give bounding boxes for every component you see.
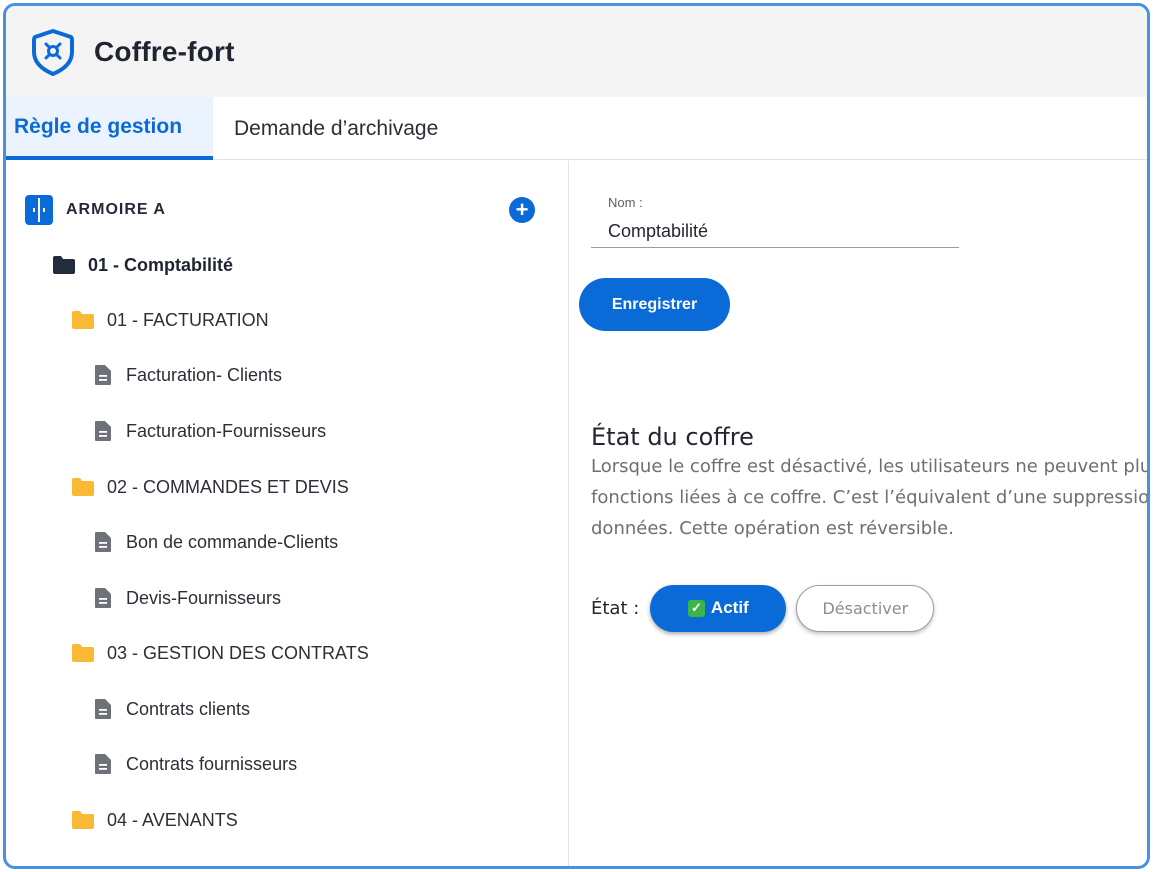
document-label: Devis-Fournisseurs	[126, 587, 282, 608]
shield-logo-icon	[28, 27, 78, 77]
state-row: État : ✓ Actif Désactiver	[591, 583, 935, 633]
document-icon	[94, 753, 112, 775]
app-header: Coffre-fort	[6, 6, 1147, 97]
active-button[interactable]: ✓ Actif	[650, 584, 787, 632]
document-label: Facturation- Clients	[126, 364, 283, 385]
tab-regle-de-gestion[interactable]: Règle de gestion	[6, 97, 213, 160]
active-button-label: Actif	[710, 598, 749, 617]
document-label: Facturation-Fournisseurs	[126, 420, 327, 441]
app-title: Coffre-fort	[94, 35, 235, 67]
folder-icon	[71, 477, 95, 497]
document-icon	[94, 531, 112, 553]
cabinet-icon	[25, 195, 53, 225]
description-line: Lorsque le coffre est désactivé, les uti…	[591, 456, 1150, 477]
tree-folder[interactable]: 01 - FACTURATION	[71, 305, 269, 335]
tab-bar: Règle de gestion Demande d’archivage	[6, 97, 1147, 160]
document-icon	[94, 364, 112, 386]
folder-icon	[71, 643, 95, 663]
description-line: données. Cette opération est réversible.	[591, 518, 954, 539]
tree-document[interactable]: Devis-Fournisseurs	[94, 583, 281, 613]
tree-folder[interactable]: 02 - COMMANDES ET DEVIS	[71, 472, 349, 502]
tree-folder[interactable]: 03 - GESTION DES CONTRATS	[71, 638, 369, 668]
state-label: État :	[591, 597, 640, 619]
description-line: fonctions liées à ce coffre. C’est l’équ…	[591, 487, 1150, 508]
tab-demande-archivage[interactable]: Demande d’archivage	[213, 97, 438, 160]
name-field-label: Nom :	[608, 195, 643, 210]
tree-root-folder[interactable]: 01 - Comptabilité	[52, 250, 233, 280]
section-description: Lorsque le coffre est désactivé, les uti…	[591, 451, 1150, 544]
add-button[interactable]: +	[509, 197, 535, 223]
document-icon	[94, 698, 112, 720]
plus-icon: +	[515, 197, 529, 222]
checkmark-icon: ✓	[687, 599, 705, 617]
document-icon	[94, 587, 112, 609]
folder-label: 04 - AVENANTS	[107, 809, 238, 830]
tree-folder-partial[interactable]	[71, 861, 95, 869]
document-icon	[94, 420, 112, 442]
tree-document[interactable]: Facturation-Fournisseurs	[94, 416, 326, 446]
document-label: Bon de commande-Clients	[126, 531, 339, 552]
section-title: État du coffre	[591, 423, 754, 451]
details-panel: Nom : Enregistrer État du coffre Lorsque…	[570, 161, 1150, 866]
folder-label: 01 - FACTURATION	[107, 309, 269, 330]
document-label: Contrats fournisseurs	[126, 753, 298, 774]
folder-label: 03 - GESTION DES CONTRATS	[107, 642, 369, 663]
root-folder-label: 01 - Comptabilité	[88, 254, 234, 275]
folder-dark-icon	[52, 255, 76, 275]
folder-label: 02 - COMMANDES ET DEVIS	[107, 476, 349, 497]
document-label: Contrats clients	[126, 698, 251, 719]
cabinet-label: ARMOIRE A	[66, 201, 166, 218]
archive-tree: ARMOIRE A + 01 - Comptabilité 01 - FACTU…	[6, 161, 569, 869]
tree-folder[interactable]: 04 - AVENANTS	[71, 805, 238, 835]
folder-icon	[71, 866, 95, 869]
tree-cabinet[interactable]: ARMOIRE A	[25, 195, 166, 225]
app-window: Coffre-fort Règle de gestion Demande d’a…	[3, 3, 1150, 869]
tree-document[interactable]: Facturation- Clients	[94, 360, 282, 390]
tree-document[interactable]: Contrats clients	[94, 694, 250, 724]
save-button[interactable]: Enregistrer	[579, 278, 730, 331]
tree-document[interactable]: Contrats fournisseurs	[94, 749, 297, 779]
name-input[interactable]	[591, 215, 959, 248]
tree-document[interactable]: Bon de commande-Clients	[94, 527, 338, 557]
folder-icon	[71, 310, 95, 330]
folder-icon	[71, 810, 95, 830]
deactivate-button[interactable]: Désactiver	[796, 584, 935, 632]
